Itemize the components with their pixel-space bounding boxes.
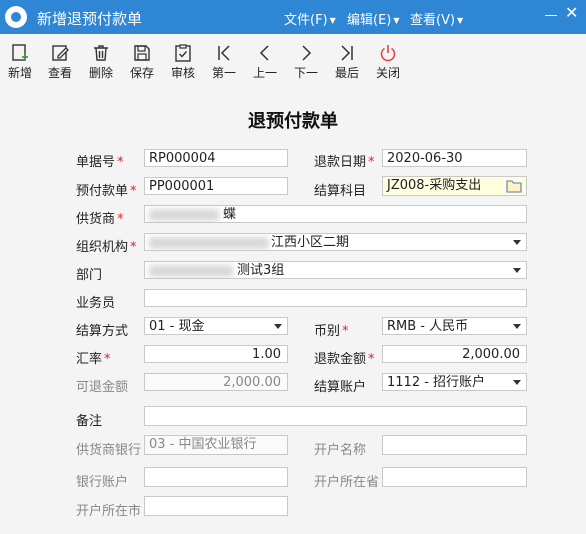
toolbar: 新增 查看 删除 保存 审核 第一 上一 下一 最后 关闭 (0, 34, 586, 86)
form-title: 退预付款单 (248, 111, 338, 132)
dept-select[interactable]: 测试3组 (144, 261, 527, 279)
dropdown-arrow-icon (513, 380, 521, 385)
prepay-no-label: 预付款单 * (76, 184, 137, 199)
close-button[interactable]: 关闭 (368, 38, 408, 86)
dropdown-arrow-icon (513, 268, 521, 273)
account-subject-label: 结算科目 (314, 184, 367, 199)
folder-icon[interactable] (506, 179, 522, 195)
remark-field[interactable] (144, 406, 527, 426)
settle-method-select[interactable]: 01 - 现金 (144, 317, 288, 335)
bank-account-field[interactable] (144, 467, 288, 487)
minimize-icon[interactable] (544, 6, 558, 20)
required-marker: * (104, 352, 111, 367)
required-marker: * (117, 155, 124, 170)
settle-account-label: 结算账户 (314, 380, 367, 395)
supplier-label: 供货商 * (76, 212, 124, 227)
bank-city-label: 开户所在市 (76, 504, 142, 519)
bank-city-field[interactable] (144, 496, 288, 516)
bank-account-label: 银行账户 (76, 475, 129, 490)
required-marker: * (130, 240, 137, 255)
audit-button[interactable]: 审核 (163, 38, 203, 86)
supplier-field[interactable]: 蝶 (144, 205, 527, 223)
caret-down-icon: ▼ (329, 16, 336, 25)
menu-edit[interactable]: 编辑(E) ▼ (347, 9, 400, 28)
required-marker: * (368, 352, 375, 367)
save-button[interactable]: 保存 (122, 38, 162, 86)
view-button[interactable]: 查看 (40, 38, 80, 86)
account-name-field[interactable] (382, 435, 527, 455)
next-icon (286, 38, 326, 62)
refund-amount-field[interactable]: 2,000.00 (382, 345, 527, 363)
save-icon (122, 38, 162, 62)
supplier-bank-label: 供货商银行 (76, 443, 142, 458)
add-doc-icon (0, 38, 40, 62)
next-button[interactable]: 下一 (286, 38, 326, 86)
rate-field[interactable]: 1.00 (144, 345, 288, 363)
org-label: 组织机构 * (76, 240, 137, 255)
bank-province-label: 开户所在省 (314, 475, 380, 490)
salesman-field[interactable] (144, 289, 527, 307)
required-marker: * (117, 212, 124, 227)
prepay-no-field[interactable]: PP000001 (144, 177, 288, 195)
currency-select[interactable]: RMB - 人民币 (382, 317, 527, 335)
first-icon (204, 38, 244, 62)
remark-label: 备注 (76, 414, 103, 429)
dropdown-arrow-icon (513, 324, 521, 329)
delete-button[interactable]: 删除 (81, 38, 121, 86)
org-select[interactable]: 江西小区二期 (144, 233, 527, 251)
refund-date-label: 退款日期 * (314, 155, 375, 170)
supplier-bank-field: 03 - 中国农业银行 (144, 435, 288, 455)
menu-file[interactable]: 文件(F) ▼ (284, 9, 336, 28)
last-icon (327, 38, 367, 62)
close-window-icon[interactable]: ✕ (565, 5, 578, 21)
bank-province-field[interactable] (382, 467, 527, 487)
window-title: 新增退预付款单 (37, 10, 143, 28)
redacted-mask (149, 209, 219, 221)
account-name-label: 开户名称 (314, 443, 367, 458)
title-bar: 新增退预付款单 文件(F) ▼ 编辑(E) ▼ 查看(V) ▼ ✕ (0, 0, 586, 34)
redacted-mask (149, 237, 269, 249)
power-icon (368, 38, 408, 62)
first-button[interactable]: 第一 (204, 38, 244, 86)
refundable-amount-field: 2,000.00 (144, 373, 288, 391)
doc-no-label: 单据号 * (76, 155, 124, 170)
caret-down-icon: ▼ (457, 16, 464, 25)
refundable-amount-label: 可退金额 (76, 380, 129, 395)
prev-button[interactable]: 上一 (245, 38, 285, 86)
currency-label: 币别 * (314, 324, 349, 339)
settle-method-label: 结算方式 (76, 324, 129, 339)
settle-account-select[interactable]: 1112 - 招行账户 (382, 373, 527, 391)
last-button[interactable]: 最后 (327, 38, 367, 86)
refund-amount-label: 退款金额 * (314, 352, 375, 367)
refund-date-field[interactable]: 2020-06-30 (382, 149, 527, 167)
trash-icon (81, 38, 121, 62)
required-marker: * (130, 184, 137, 199)
prev-icon (245, 38, 285, 62)
dropdown-arrow-icon (274, 324, 282, 329)
audit-icon (163, 38, 203, 62)
caret-down-icon: ▼ (393, 16, 400, 25)
salesman-label: 业务员 (76, 296, 116, 311)
dropdown-arrow-icon (513, 240, 521, 245)
rate-label: 汇率 * (76, 352, 111, 367)
required-marker: * (342, 324, 349, 339)
app-logo-icon (5, 6, 27, 28)
menu-view[interactable]: 查看(V) ▼ (410, 9, 463, 28)
dept-label: 部门 (76, 268, 103, 283)
required-marker: * (368, 155, 375, 170)
redacted-mask (149, 265, 233, 277)
add-button[interactable]: 新增 (0, 38, 40, 86)
account-subject-field[interactable]: JZ008-采购支出 (382, 176, 527, 196)
edit-icon (40, 38, 80, 62)
doc-no-field[interactable]: RP000004 (144, 149, 288, 167)
